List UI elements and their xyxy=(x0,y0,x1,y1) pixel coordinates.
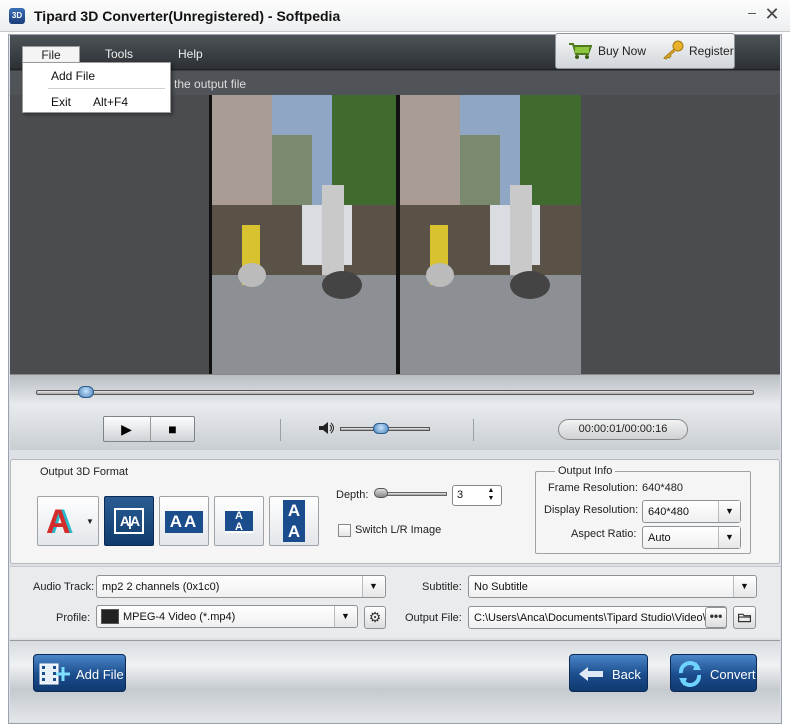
chevron-down-icon[interactable]: ▼ xyxy=(733,576,755,597)
aspect-ratio-value: Auto xyxy=(648,532,671,544)
audio-track-value: mp2 2 channels (0x1c0) xyxy=(102,581,220,593)
menu-item-add-file[interactable]: Add File xyxy=(51,69,95,83)
cart-icon xyxy=(569,43,592,59)
menu-tools[interactable]: Tools xyxy=(105,47,133,61)
bottom-glyph: A xyxy=(287,522,301,541)
top-glyph: A xyxy=(287,501,301,520)
seek-bar[interactable] xyxy=(36,390,754,395)
convert-button[interactable]: Convert xyxy=(670,654,757,692)
add-file-button[interactable]: Add File xyxy=(33,654,126,692)
back-label: Back xyxy=(612,667,641,682)
profile-select[interactable]: MPEG-4 Video (*.mp4) xyxy=(96,605,358,628)
menu-item-exit[interactable]: Exit xyxy=(51,95,71,109)
switch-lr-label: Switch L/R Image xyxy=(355,524,442,536)
app-icon: 3D xyxy=(9,8,25,24)
chevron-down-icon[interactable]: ▼ xyxy=(718,527,740,548)
window-title: Tipard 3D Converter(Unregistered) - Soft… xyxy=(34,8,341,24)
arrow-left-icon xyxy=(579,667,603,681)
top-bottom-icon: AA xyxy=(225,509,253,533)
top-bottom-format-button[interactable]: AA xyxy=(214,496,264,546)
time-display: 00:00:01/00:00:16 xyxy=(558,419,688,440)
folder-icon[interactable] xyxy=(733,606,756,629)
aspect-ratio-label: Aspect Ratio: xyxy=(571,528,637,540)
bottom-glyph: A xyxy=(235,521,243,533)
volume-handle[interactable] xyxy=(373,423,390,434)
volume-icon[interactable] xyxy=(318,421,336,435)
audio-track-select[interactable]: mp2 2 channels (0x1c0) xyxy=(96,575,386,598)
menu-help[interactable]: Help xyxy=(178,47,203,61)
audio-track-label: Audio Track: xyxy=(33,581,95,593)
profile-value: MPEG-4 Video (*.mp4) xyxy=(123,611,236,623)
chevron-down-icon[interactable]: ▼ xyxy=(86,517,94,526)
depth-handle[interactable] xyxy=(374,488,388,498)
switch-lr-checkbox[interactable] xyxy=(338,524,351,537)
full-top-bottom-format-button[interactable]: AA xyxy=(269,496,319,546)
register-button[interactable]: Register xyxy=(689,44,734,58)
browse-dots-button[interactable]: ••• xyxy=(705,607,727,628)
display-resolution-label: Display Resolution: xyxy=(544,504,639,516)
anaglyph-icon: A xyxy=(46,503,71,541)
side-by-side-format-button[interactable]: A|A xyxy=(104,496,154,546)
key-icon xyxy=(663,40,684,60)
output-file-label: Output File: xyxy=(405,612,462,624)
right-eye-frame xyxy=(400,95,581,374)
full-top-bottom-icon: AA xyxy=(283,500,305,542)
chevron-down-icon[interactable]: ▼ xyxy=(334,606,356,627)
output-info-legend: Output Info xyxy=(555,465,616,477)
video-preview xyxy=(209,95,581,374)
video-file-icon xyxy=(101,609,119,624)
chevron-down-icon[interactable]: ▼ xyxy=(362,576,384,597)
anaglyph-format-button[interactable]: A ▼ xyxy=(37,496,99,546)
menu-item-exit-shortcut: Alt+F4 xyxy=(93,95,129,109)
frame-resolution-value: 640*480 xyxy=(642,482,683,494)
subtitle-select[interactable]: No Subtitle xyxy=(468,575,757,598)
refresh-icon xyxy=(678,661,702,687)
display-resolution-value: 640*480 xyxy=(648,506,689,518)
buy-now-button[interactable]: Buy Now xyxy=(598,44,646,58)
seek-handle[interactable] xyxy=(78,386,95,398)
preview-hint: the output file xyxy=(174,77,247,91)
divider xyxy=(473,419,474,441)
half-side-format-button[interactable]: AA xyxy=(159,496,209,546)
spin-arrows-icon[interactable]: ▲ ▼ xyxy=(483,487,499,504)
side-by-side-icon: A|A xyxy=(114,508,144,534)
chevron-down-icon[interactable]: ▼ xyxy=(718,501,740,522)
minimize-icon[interactable]: – xyxy=(745,4,759,24)
film-add-icon xyxy=(39,663,70,685)
stop-button[interactable]: ■ xyxy=(150,417,194,441)
convert-label: Convert xyxy=(710,667,756,682)
profile-label: Profile: xyxy=(56,612,91,624)
subtitle-value: No Subtitle xyxy=(474,581,528,593)
output-file-value: C:\Users\Anca\Documents\Tipard Studio\Vi… xyxy=(474,612,714,624)
subtitle-label: Subtitle: xyxy=(422,581,462,593)
divider xyxy=(280,419,281,441)
add-file-label: Add File xyxy=(76,667,124,682)
back-button[interactable]: Back xyxy=(569,654,648,692)
output-file-field[interactable]: C:\Users\Anca\Documents\Tipard Studio\Vi… xyxy=(468,606,727,629)
half-side-icon: AA xyxy=(165,511,203,533)
gear-icon[interactable]: ⚙ xyxy=(364,606,386,629)
left-eye-frame xyxy=(212,95,396,374)
play-button[interactable]: ▶ xyxy=(104,417,149,441)
output-3d-format-label: Output 3D Format xyxy=(40,466,129,478)
close-icon[interactable]: ✕ xyxy=(763,4,781,24)
frame-resolution-label: Frame Resolution: xyxy=(548,482,638,494)
menu-separator xyxy=(48,88,165,89)
depth-label: Depth: xyxy=(336,489,369,501)
